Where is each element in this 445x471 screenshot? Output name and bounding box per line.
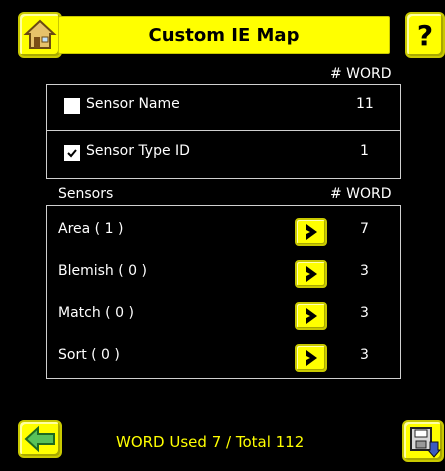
sensor-sort-go-button[interactable]	[295, 344, 327, 372]
sensor-type-id-label: Sensor Type ID	[86, 143, 190, 159]
sensor-type-id-word-count: 1	[360, 143, 369, 159]
word-usage-status: WORD Used 7 / Total 112	[116, 433, 305, 451]
page-title: Custom IE Map	[58, 16, 390, 54]
svg-text:?: ?	[417, 19, 433, 52]
sensor-row-blemish-word-count: 3	[360, 263, 369, 279]
sensors-header: Sensors	[58, 186, 114, 202]
sensor-type-id-checkbox[interactable]	[64, 145, 80, 161]
sensor-match-go-button[interactable]	[295, 302, 327, 330]
help-icon: ?	[417, 19, 433, 52]
sensor-row-area-word-count: 7	[360, 221, 369, 237]
sensor-row-sort-label: Sort ( 0 )	[58, 347, 120, 363]
sensor-name-label: Sensor Name	[86, 96, 180, 112]
chevron-right-icon	[306, 224, 317, 240]
sensor-row-match-label: Match ( 0 )	[58, 305, 134, 321]
check-icon	[67, 149, 77, 158]
sensor-name-checkbox[interactable]	[64, 98, 80, 114]
sensors-word-count-header: # WORD	[330, 186, 392, 202]
back-arrow-icon	[24, 425, 55, 453]
chevron-right-icon	[306, 266, 317, 282]
sensor-blemish-go-button[interactable]	[295, 260, 327, 288]
word-count-header: # WORD	[330, 66, 392, 82]
sensor-name-word-count: 11	[356, 96, 374, 112]
sensor-row-match-word-count: 3	[360, 305, 369, 321]
home-button[interactable]	[18, 12, 62, 58]
panel-divider	[47, 130, 400, 131]
home-icon	[23, 19, 57, 49]
sensor-row-blemish-label: Blemish ( 0 )	[58, 263, 147, 279]
save-button[interactable]	[402, 420, 444, 462]
sensor-area-go-button[interactable]	[295, 218, 327, 246]
back-button[interactable]	[18, 420, 62, 458]
chevron-right-icon	[306, 350, 317, 366]
help-button[interactable]: ?	[405, 12, 445, 58]
sensor-row-sort-word-count: 3	[360, 347, 369, 363]
chevron-right-icon	[306, 308, 317, 324]
sensor-row-area-label: Area ( 1 )	[58, 221, 124, 237]
save-disk-icon	[410, 427, 442, 458]
